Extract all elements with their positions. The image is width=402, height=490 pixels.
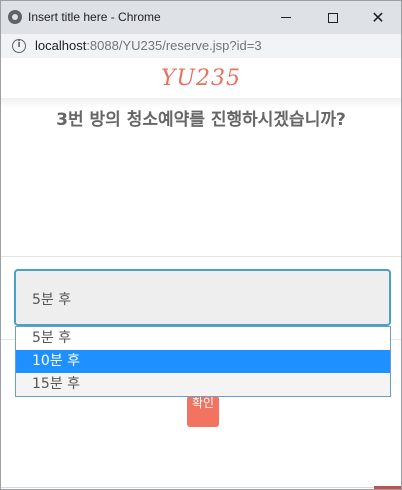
url-host: localhost [35, 38, 87, 53]
info-icon[interactable]: i [12, 39, 26, 53]
page-heading: 3번 방의 청소예약를 진행하시겠습니까? [56, 110, 346, 130]
maximize-button[interactable] [310, 1, 356, 34]
option-10min[interactable]: 10분 후 [16, 350, 390, 373]
maximize-icon [328, 12, 338, 23]
address-bar[interactable]: i localhost:8088/YU235/reserve.jsp?id=3 [1, 34, 401, 58]
minimize-button[interactable] [263, 1, 309, 34]
browser-window: Insert title here - Chrome ✕ i localhost… [0, 0, 402, 490]
footer-divider [1, 487, 401, 488]
window-title: Insert title here - Chrome [28, 10, 161, 24]
time-select[interactable]: 5분 후 [14, 269, 391, 326]
chrome-icon [8, 10, 22, 24]
close-icon: ✕ [371, 7, 385, 27]
site-logo[interactable]: YU235 [1, 66, 401, 91]
time-select-dropdown[interactable]: 5분 후 10분 후 15분 후 [15, 326, 391, 397]
modal-divider [1, 256, 401, 257]
option-15min[interactable]: 15분 후 [16, 373, 390, 396]
title-bar: Insert title here - Chrome ✕ [1, 1, 401, 34]
page-content: YU235 3번 방의 청소예약를 진행하시겠습니까? 5분 후 확인 5분 후… [1, 58, 401, 489]
footer-accent [374, 486, 401, 489]
url-path: :8088/YU235/reserve.jsp?id=3 [86, 38, 262, 53]
close-button[interactable]: ✕ [355, 1, 401, 34]
confirm-button[interactable]: 확인 [187, 396, 219, 427]
option-5min[interactable]: 5분 후 [16, 327, 390, 350]
minimize-icon [281, 17, 291, 18]
time-select-value: 5분 후 [32, 292, 72, 308]
url-text[interactable]: localhost:8088/YU235/reserve.jsp?id=3 [35, 38, 262, 53]
